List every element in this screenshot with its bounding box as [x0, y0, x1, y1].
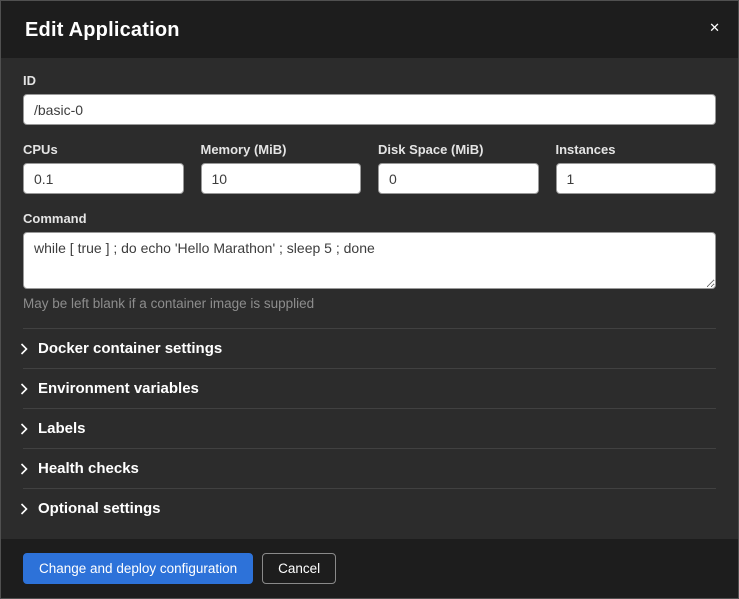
chevron-right-icon — [20, 343, 28, 355]
cpus-field-group: CPUs — [23, 142, 184, 194]
modal-body: ID CPUs Memory (MiB) Disk Space (MiB) In… — [1, 58, 738, 539]
disk-input[interactable] — [378, 163, 539, 194]
chevron-right-icon — [20, 423, 28, 435]
section-health-checks[interactable]: Health checks — [23, 449, 716, 489]
command-input[interactable] — [23, 232, 716, 289]
memory-field-group: Memory (MiB) — [201, 142, 362, 194]
memory-input[interactable] — [201, 163, 362, 194]
cancel-button[interactable]: Cancel — [262, 553, 336, 584]
change-and-deploy-button[interactable]: Change and deploy configuration — [23, 553, 253, 584]
command-field-group: Command May be left blank if a container… — [23, 211, 716, 311]
disk-field-group: Disk Space (MiB) — [378, 142, 539, 194]
edit-application-modal: Edit Application ✕ ID CPUs Memory (MiB) … — [0, 0, 739, 599]
modal-header: Edit Application ✕ — [1, 1, 738, 58]
resources-row: CPUs Memory (MiB) Disk Space (MiB) Insta… — [23, 142, 716, 194]
cpus-label: CPUs — [23, 142, 184, 157]
modal-footer: Change and deploy configuration Cancel — [1, 539, 738, 598]
settings-accordion: Docker container settings Environment va… — [23, 328, 716, 528]
close-icon[interactable]: ✕ — [705, 17, 724, 38]
id-field-group: ID — [23, 73, 716, 125]
section-labels[interactable]: Labels — [23, 409, 716, 449]
chevron-right-icon — [20, 383, 28, 395]
instances-field-group: Instances — [556, 142, 717, 194]
section-label: Docker container settings — [38, 340, 222, 357]
memory-label: Memory (MiB) — [201, 142, 362, 157]
section-label: Labels — [38, 420, 86, 437]
chevron-right-icon — [20, 503, 28, 515]
section-docker-container-settings[interactable]: Docker container settings — [23, 329, 716, 369]
disk-label: Disk Space (MiB) — [378, 142, 539, 157]
section-label: Health checks — [38, 460, 139, 477]
section-environment-variables[interactable]: Environment variables — [23, 369, 716, 409]
section-label: Environment variables — [38, 380, 199, 397]
instances-input[interactable] — [556, 163, 717, 194]
instances-label: Instances — [556, 142, 717, 157]
section-optional-settings[interactable]: Optional settings — [23, 489, 716, 528]
modal-title: Edit Application — [25, 19, 714, 42]
command-label: Command — [23, 211, 716, 226]
section-label: Optional settings — [38, 500, 161, 517]
id-input[interactable] — [23, 94, 716, 125]
cpus-input[interactable] — [23, 163, 184, 194]
chevron-right-icon — [20, 463, 28, 475]
command-help-text: May be left blank if a container image i… — [23, 296, 716, 311]
id-label: ID — [23, 73, 716, 88]
